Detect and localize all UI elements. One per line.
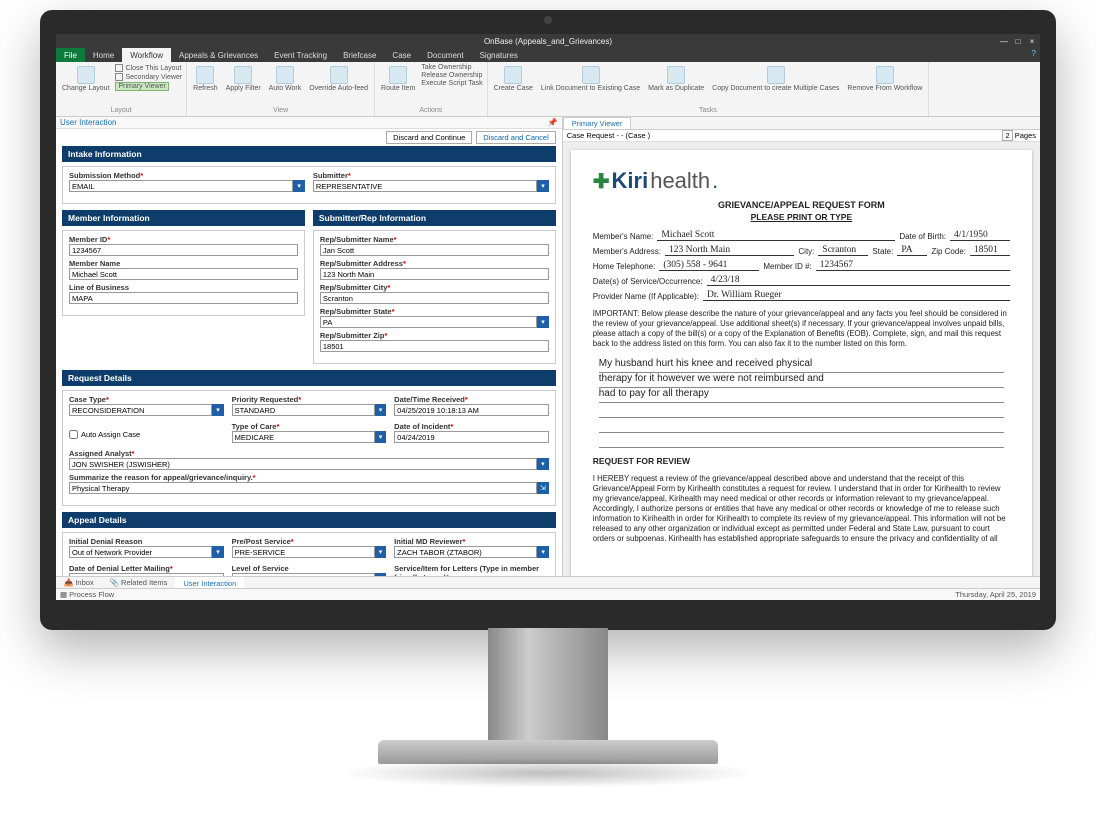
menu-appeals[interactable]: Appeals & Grievances [171, 48, 266, 62]
rep-zip-field[interactable] [320, 340, 549, 352]
lob-field[interactable] [69, 292, 298, 304]
member-id-field[interactable] [69, 244, 298, 256]
submitter-label: Submitter* [313, 171, 549, 180]
md-reviewer-field[interactable] [394, 546, 537, 558]
tab-related-items[interactable]: 📎 Related Items [102, 577, 176, 588]
prepost-field[interactable] [232, 546, 375, 558]
summary-field[interactable] [69, 482, 537, 494]
status-date: Thursday, April 25, 2019 [955, 590, 1036, 599]
release-ownership-button[interactable]: Release Ownership [421, 72, 482, 79]
menu-document[interactable]: Document [419, 48, 471, 62]
rep-name-field[interactable] [320, 244, 549, 256]
dropdown-icon[interactable]: ▾ [537, 316, 548, 328]
primary-viewer-tab[interactable]: Primary Viewer [563, 117, 632, 129]
auto-work-button[interactable]: Auto Work [267, 64, 304, 94]
ribbon: Change Layout Close This Layout Secondar… [56, 62, 1040, 117]
member-name-field[interactable] [69, 268, 298, 280]
submission-method-field[interactable] [69, 180, 293, 192]
help-icon[interactable]: ? [1032, 49, 1036, 58]
incident-date-field[interactable] [394, 431, 549, 443]
apply-filter-button[interactable]: Apply Filter [224, 64, 263, 94]
submitter-header: Submitter/Rep Information [313, 210, 556, 226]
discard-continue-button[interactable]: Discard and Continue [386, 131, 472, 144]
refresh-button[interactable]: Refresh [191, 64, 220, 94]
intake-header: Intake Information [62, 146, 556, 162]
dropdown-icon[interactable]: ▾ [537, 546, 548, 558]
tab-inbox[interactable]: 📥 Inbox [56, 577, 102, 588]
close-icon[interactable]: × [1028, 37, 1036, 45]
menubar: File Home Workflow Appeals & Grievances … [56, 48, 1040, 62]
auto-assign-checkbox[interactable] [69, 430, 78, 439]
menu-file[interactable]: File [56, 48, 85, 62]
dropdown-icon[interactable]: ▾ [537, 458, 549, 470]
rep-state-field[interactable] [320, 316, 537, 328]
dropdown-icon[interactable]: ▾ [212, 546, 223, 558]
doc-subtitle: PLEASE PRINT OR TYPE [593, 212, 1010, 222]
change-layout-button[interactable]: Change Layout [60, 64, 111, 94]
dropdown-icon[interactable]: ▾ [375, 573, 386, 576]
request-header: Request Details [62, 370, 556, 386]
dropdown-icon[interactable]: ▾ [212, 404, 223, 416]
doc-title: GRIEVANCE/APPEAL REQUEST FORM [593, 200, 1010, 210]
process-flow-button[interactable]: ▦ Process Flow [60, 590, 114, 599]
menu-briefcase[interactable]: Briefcase [335, 48, 384, 62]
remove-workflow-button[interactable]: Remove From Workflow [845, 64, 924, 94]
rep-city-field[interactable] [320, 292, 549, 304]
create-case-button[interactable]: Create Case [492, 64, 535, 94]
window-title: OnBase (Appeals_and_Grievances) [484, 37, 612, 46]
important-text: IMPORTANT: Below please describe the nat… [593, 309, 1010, 350]
rfr-body: I HEREBY request a review of the grievan… [593, 474, 1010, 545]
tab-user-interaction[interactable]: User Interaction [175, 577, 244, 588]
kirihealth-logo: ✚Kirihealth. [593, 168, 1010, 194]
copy-document-button[interactable]: Copy Document to create Multiple Cases [710, 64, 841, 94]
rep-addr-field[interactable] [320, 268, 549, 280]
datetime-received-field[interactable] [394, 404, 549, 416]
denial-date-field[interactable] [69, 573, 224, 576]
document-page: ✚Kirihealth. GRIEVANCE/APPEAL REQUEST FO… [571, 150, 1032, 576]
menu-signatures[interactable]: Signatures [472, 48, 526, 62]
grievance-handwriting: My husband hurt his knee and received ph… [593, 358, 1010, 448]
execute-script-button[interactable]: Execute Script Task [421, 80, 482, 87]
dropdown-icon[interactable]: ▾ [293, 180, 305, 192]
dropdown-icon[interactable]: ▾ [375, 546, 386, 558]
link-document-button[interactable]: Link Document to Existing Case [539, 64, 642, 94]
primary-viewer-button[interactable]: Primary Viewer [115, 82, 182, 91]
secondary-viewer-button[interactable]: Secondary Viewer [115, 73, 182, 81]
menu-event-tracking[interactable]: Event Tracking [266, 48, 335, 62]
minimize-icon[interactable]: — [1000, 37, 1008, 45]
priority-field[interactable] [232, 404, 375, 416]
los-field[interactable] [232, 573, 375, 576]
analyst-field[interactable] [69, 458, 537, 470]
rfr-header: REQUEST FOR REVIEW [593, 456, 1010, 466]
dropdown-icon[interactable]: ▾ [375, 431, 386, 443]
take-ownership-button[interactable]: Take Ownership [421, 64, 482, 71]
appeal-header: Appeal Details [62, 512, 556, 528]
dropdown-icon[interactable]: ▾ [537, 180, 549, 192]
submitter-field[interactable] [313, 180, 537, 192]
submission-method-label: Submission Method* [69, 171, 305, 180]
route-item-button[interactable]: Route Item [379, 64, 417, 94]
page-number: 2 [1002, 130, 1012, 141]
close-layout-button[interactable]: Close This Layout [115, 64, 182, 72]
member-header: Member Information [62, 210, 305, 226]
panel-title: User Interaction [60, 118, 116, 127]
discard-cancel-button[interactable]: Discard and Cancel [476, 131, 555, 144]
case-type-field[interactable] [69, 404, 212, 416]
denial-reason-field[interactable] [69, 546, 212, 558]
type-care-field[interactable] [232, 431, 375, 443]
expand-icon[interactable]: ⇲ [537, 482, 549, 494]
case-request-label: Case Request - - (Case ) [567, 131, 650, 140]
override-autofeed-button[interactable]: Override Auto-feed [307, 64, 370, 94]
maximize-icon[interactable]: □ [1014, 37, 1022, 45]
menu-workflow[interactable]: Workflow [122, 48, 171, 62]
dropdown-icon[interactable]: ▾ [375, 404, 386, 416]
menu-home[interactable]: Home [85, 48, 122, 62]
mark-duplicate-button[interactable]: Mark as Duplicate [646, 64, 706, 94]
menu-case[interactable]: Case [384, 48, 419, 62]
panel-pin-icon[interactable]: 📌 [548, 118, 558, 127]
titlebar: OnBase (Appeals_and_Grievances) — □ × [56, 34, 1040, 48]
